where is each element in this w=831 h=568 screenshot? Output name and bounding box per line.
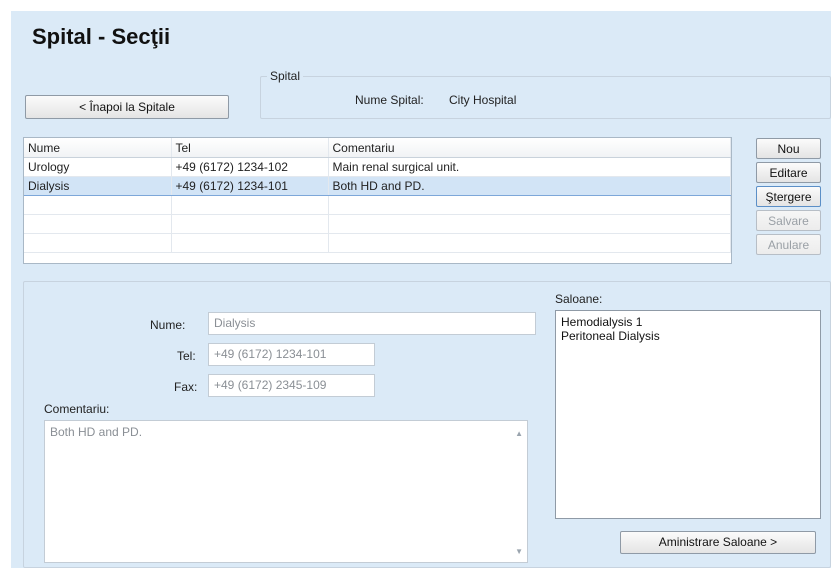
sections-grid[interactable]: Nume Tel Comentariu Urology +49 (6172) 1… (23, 137, 732, 264)
empty-row (24, 233, 731, 253)
saloane-list[interactable]: Hemodialysis 1 Peritoneal Dialysis (555, 310, 821, 519)
comentariu-text: Both HD and PD. (50, 425, 143, 439)
fax-label: Fax: (174, 380, 198, 394)
hospital-group: Spital Nume Spital: City Hospital (260, 69, 831, 119)
cell-comentariu: Both HD and PD. (328, 176, 731, 196)
comentariu-textarea[interactable]: Both HD and PD. ▲ ▼ (44, 420, 528, 563)
table-row-selected[interactable]: Dialysis +49 (6172) 1234-101 Both HD and… (24, 176, 731, 196)
sections-page: Spital - Secţii < Înapoi la Spitale Spit… (11, 11, 831, 568)
hospital-name-value: City Hospital (449, 93, 517, 107)
new-button[interactable]: Nou (756, 138, 821, 159)
edit-button[interactable]: Editare (756, 162, 821, 183)
tel-label: Tel: (177, 349, 196, 363)
empty-row (24, 214, 731, 234)
save-button[interactable]: Salvare (756, 210, 821, 231)
empty-row (24, 195, 731, 215)
column-header-tel[interactable]: Tel (171, 138, 329, 158)
hospital-group-legend: Spital (267, 69, 304, 83)
hospital-name-label: Nume Spital: (355, 93, 424, 107)
cell-nume: Dialysis (24, 176, 172, 196)
scroll-up-icon[interactable]: ▲ (515, 429, 523, 438)
cell-comentariu: Main renal surgical unit. (328, 157, 731, 177)
column-header-nume[interactable]: Nume (24, 138, 172, 158)
cell-tel: +49 (6172) 1234-101 (171, 176, 329, 196)
manage-wards-button[interactable]: Aministrare Saloane > (620, 531, 816, 554)
nume-label: Nume: (150, 318, 186, 332)
back-to-hospitals-button[interactable]: < Înapoi la Spitale (25, 95, 229, 119)
column-header-comentariu[interactable]: Comentariu (328, 138, 731, 158)
grid-header-row: Nume Tel Comentariu (24, 138, 731, 158)
table-row[interactable]: Urology +49 (6172) 1234-102 Main renal s… (24, 157, 731, 177)
list-item[interactable]: Peritoneal Dialysis (561, 329, 815, 343)
nume-field[interactable]: Dialysis (208, 312, 536, 335)
scroll-down-icon[interactable]: ▼ (515, 547, 523, 556)
comentariu-label: Comentariu: (44, 402, 110, 416)
tel-field[interactable]: +49 (6172) 1234-101 (208, 343, 375, 366)
delete-button[interactable]: Ştergere (756, 186, 821, 207)
details-panel: Nume: Dialysis Tel: +49 (6172) 1234-101 … (23, 281, 831, 568)
page-title: Spital - Secţii (32, 24, 171, 49)
cancel-button[interactable]: Anulare (756, 234, 821, 255)
fax-field[interactable]: +49 (6172) 2345-109 (208, 374, 375, 397)
cell-tel: +49 (6172) 1234-102 (171, 157, 329, 177)
cell-nume: Urology (24, 157, 172, 177)
list-item[interactable]: Hemodialysis 1 (561, 315, 815, 329)
saloane-label: Saloane: (555, 292, 603, 306)
